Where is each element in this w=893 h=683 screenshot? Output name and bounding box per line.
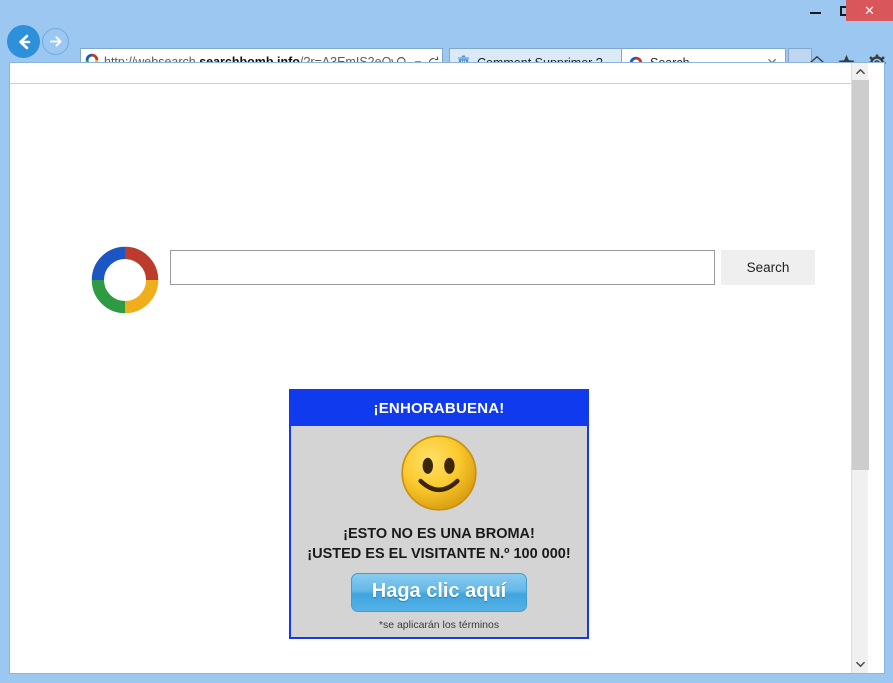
ad-line-2: ¡USTED ES EL VISITANTE N.º 100 000! (307, 546, 571, 562)
ad-call-to-action-button[interactable]: Haga clic aquí (350, 573, 528, 612)
minimize-button[interactable] (800, 0, 830, 21)
scroll-up-icon[interactable] (852, 63, 869, 80)
content-viewport: Search ¡ENHORABUENA! ¡ESTO NO ES UNA BRO… (9, 62, 885, 674)
searchbomb-ring-logo (90, 245, 160, 320)
scrollbar-thumb[interactable] (852, 80, 869, 470)
search-row: Search (10, 245, 868, 325)
browser-toolbar: http://websearch.searchbomb.info/?r=A3Em… (0, 21, 893, 77)
smiley-face-icon (399, 433, 479, 518)
close-icon: ✕ (864, 2, 875, 18)
vertical-scrollbar[interactable] (851, 63, 869, 673)
minimize-icon (809, 12, 821, 14)
browser-window: ✕ Search ¡ENHORABUENA! ¡ESTO NO ES UNA B… (0, 0, 893, 683)
ad-header-banner: ¡ENHORABUENA! (291, 391, 587, 426)
page-divider (10, 83, 868, 84)
back-arrow-icon (18, 34, 30, 49)
close-button[interactable]: ✕ (846, 0, 893, 21)
search-button[interactable]: Search (721, 250, 815, 285)
web-page: Search ¡ENHORABUENA! ¡ESTO NO ES UNA BRO… (10, 63, 869, 673)
back-button[interactable] (7, 25, 40, 58)
forward-button[interactable] (42, 28, 69, 55)
title-bar: ✕ (0, 0, 893, 21)
ad-body: ¡ESTO NO ES UNA BROMA! ¡USTED ES EL VISI… (291, 426, 587, 637)
search-input[interactable] (170, 250, 715, 285)
ad-line-1: ¡ESTO NO ES UNA BROMA! (343, 526, 535, 542)
advertisement-box: ¡ENHORABUENA! ¡ESTO NO ES UNA BROMA! ¡US… (289, 389, 589, 639)
scroll-down-icon[interactable] (852, 656, 869, 673)
forward-arrow-icon (49, 36, 62, 47)
ad-terms-note: *se aplicarán los términos (378, 619, 500, 631)
